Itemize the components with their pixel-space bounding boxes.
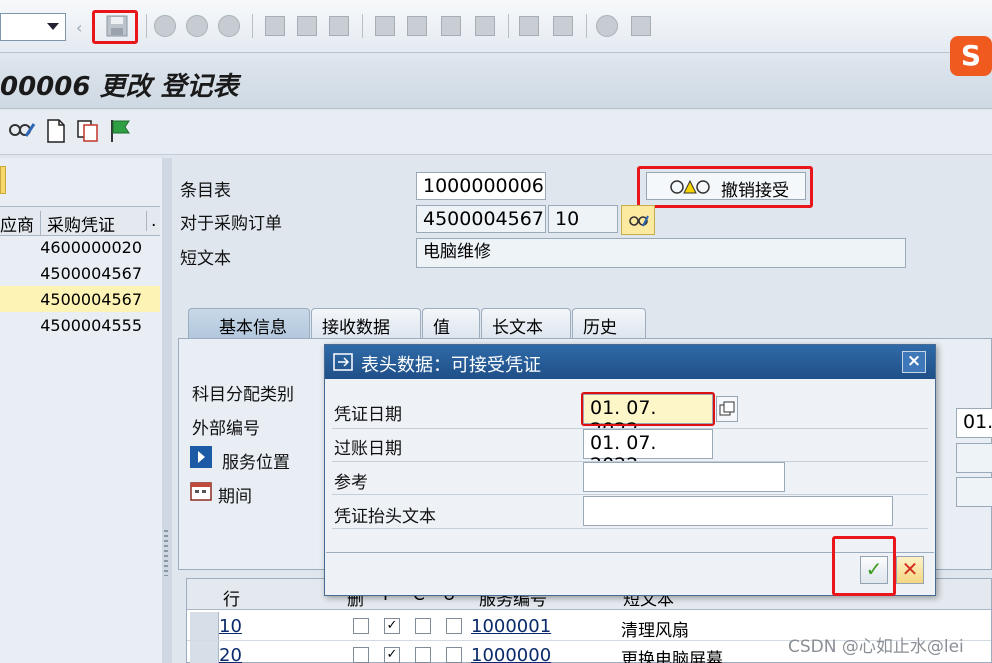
dialog-icon [333, 353, 353, 371]
right-field-3[interactable] [956, 477, 992, 507]
create-session-icon[interactable] [516, 12, 542, 40]
last-page-icon[interactable] [472, 12, 498, 40]
watermark: CSDN @心如止水@lei [788, 637, 964, 657]
doc-date-label: 凭证日期 [334, 405, 402, 425]
u-checkbox[interactable] [446, 647, 462, 663]
revoke-highlight [637, 166, 813, 208]
tab-long-text[interactable]: 长文本 [481, 308, 571, 338]
cancel-icon[interactable] [216, 12, 242, 40]
column-header-vendor[interactable]: 应商 [0, 211, 34, 236]
header-text-label: 凭证抬头文本 [334, 507, 436, 527]
reference-field[interactable] [583, 462, 785, 492]
doc-date-highlight [581, 392, 715, 426]
command-field[interactable] [0, 13, 66, 41]
dialog-title: 表头数据：可接受凭证 [361, 355, 541, 376]
reference-label: 参考 [334, 473, 368, 493]
right-field[interactable]: 01. [956, 408, 992, 438]
expand-arrow-icon[interactable] [190, 446, 212, 468]
date-picker-icon[interactable] [716, 396, 738, 422]
short-text-field[interactable]: 电脑维修 [416, 238, 906, 268]
tab-receipt-data[interactable]: 接收数据 [311, 308, 421, 338]
list-item[interactable]: 4600000020 [0, 234, 160, 260]
dialog-title-bar[interactable]: 表头数据：可接受凭证 [325, 345, 935, 379]
list-item-selected[interactable]: 4500004567 [0, 286, 160, 312]
page-title: 00006 更改 登记表 [0, 72, 239, 102]
column-settings-icon[interactable]: . [146, 211, 156, 231]
tab-basic-info[interactable]: 基本信息 [188, 308, 310, 338]
find-icon[interactable] [294, 12, 320, 40]
panel-toggle-button[interactable] [0, 166, 6, 194]
entry-sheet-label: 条目表 [180, 181, 231, 201]
list-item[interactable]: 4500004555 [0, 312, 160, 338]
list-item[interactable]: 4500004567 [0, 260, 160, 286]
close-icon[interactable]: × [902, 351, 926, 373]
u-checkbox[interactable] [446, 618, 462, 634]
deleted-checkbox[interactable] [353, 618, 369, 634]
help-icon[interactable] [594, 12, 620, 40]
copy-icon[interactable] [76, 119, 100, 143]
exit-icon[interactable] [184, 12, 210, 40]
panel-splitter[interactable] [162, 158, 172, 663]
column-header-line[interactable]: 行 [223, 585, 240, 610]
service-location-label: 服务位置 [222, 453, 290, 473]
tab-values[interactable]: 值 [422, 308, 480, 338]
acct-assignment-label: 科目分配类别 [192, 385, 294, 405]
i-checkbox[interactable]: ✓ [384, 647, 400, 663]
column-header-po[interactable]: 采购凭证 [40, 211, 115, 236]
create-icon[interactable] [46, 119, 66, 143]
calendar-icon[interactable] [190, 481, 212, 501]
back-icon[interactable] [152, 12, 178, 40]
confirm-highlight [832, 536, 896, 596]
enter-icon[interactable]: ‹ [76, 18, 82, 37]
posting-date-label: 过账日期 [334, 439, 402, 459]
next-page-icon[interactable] [438, 12, 464, 40]
posting-date-field[interactable]: 01. 07. 2022 [583, 429, 713, 476]
find-next-icon[interactable] [326, 12, 352, 40]
overview-header: 应商 采购凭证 . [0, 206, 160, 236]
shortcut-icon[interactable] [550, 12, 576, 40]
external-number-label: 外部编号 [192, 419, 260, 439]
layout-icon[interactable] [628, 12, 654, 40]
display-po-button[interactable] [621, 205, 655, 235]
sogou-ime-icon[interactable]: S [950, 36, 992, 76]
right-field-2[interactable] [956, 443, 992, 473]
flag-icon[interactable] [108, 118, 132, 144]
po-item-field[interactable]: 10 [548, 205, 618, 233]
application-toolbar [0, 110, 992, 155]
first-page-icon[interactable] [372, 12, 398, 40]
splitter-grip-icon[interactable] [164, 530, 168, 576]
po-label: 对于采购订单 [180, 214, 282, 234]
tab-history[interactable]: 历史 [572, 308, 646, 338]
period-label: 期间 [218, 487, 252, 507]
entry-sheet-field[interactable]: 1000000006 [416, 172, 546, 200]
short-text-label: 短文本 [180, 249, 231, 269]
previous-page-icon[interactable] [404, 12, 430, 40]
c-checkbox[interactable] [415, 618, 431, 634]
glasses-icon [629, 215, 649, 227]
cancel-button[interactable]: ✕ [896, 556, 924, 584]
c-checkbox[interactable] [415, 647, 431, 663]
display-change-icon[interactable] [6, 118, 36, 144]
header-text-field[interactable] [583, 496, 893, 526]
print-icon[interactable] [262, 12, 288, 40]
deleted-checkbox[interactable] [353, 647, 369, 663]
po-number-field[interactable]: 4500004567 [416, 205, 546, 233]
save-highlight [92, 10, 138, 44]
chevron-down-icon[interactable] [47, 23, 59, 30]
i-checkbox[interactable]: ✓ [384, 618, 400, 634]
